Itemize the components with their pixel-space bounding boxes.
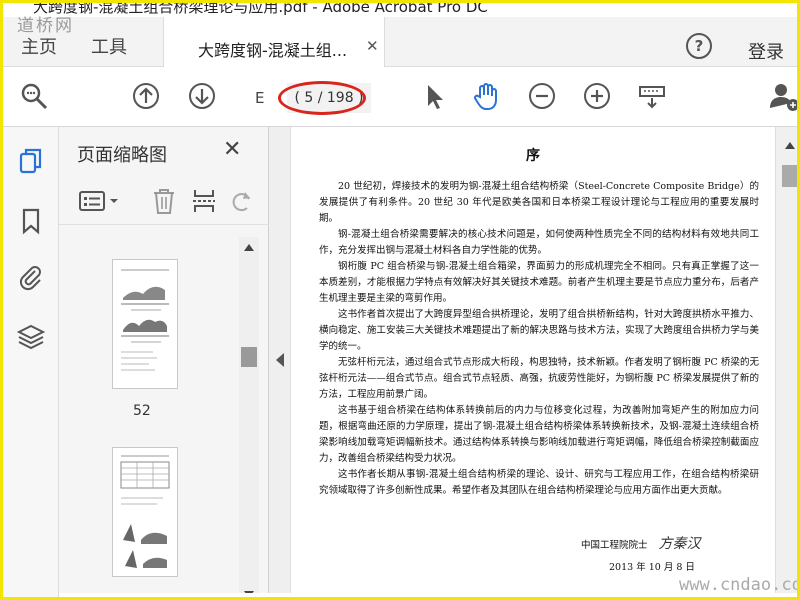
annotation-oval — [278, 81, 366, 115]
document-scrollbar[interactable] — [775, 127, 797, 597]
watermark-bottom-right: www.cndao.com — [679, 575, 800, 595]
zoom-search-icon[interactable] — [19, 81, 49, 111]
tab-tools[interactable]: 工具 — [91, 33, 127, 59]
thumbnails-panel: 页面缩略图 ✕ 52 — [59, 127, 269, 597]
title-bar: 大跨度钢-混凝土组合桥梁理论与应用.pdf - Adobe Acrobat Pr… — [3, 3, 797, 17]
thumbnails-title: 页面缩略图 — [77, 145, 167, 166]
panel-collapse-handle[interactable] — [269, 127, 291, 597]
previous-page-icon[interactable] — [131, 81, 161, 111]
tab-close-icon[interactable]: ✕ — [366, 37, 379, 55]
window-title: 大跨度钢-混凝土组合桥梁理论与应用.pdf - Adobe Acrobat Pr… — [33, 3, 488, 16]
page-body: 20 世纪初，焊接技术的发明为钢-混凝土组合结构桥梁（Steel-Concret… — [319, 179, 759, 499]
thumbnails-list: 52 — [59, 227, 269, 597]
next-page-icon[interactable] — [187, 81, 217, 111]
signature-line: 中国工程院院士 方秦汉 — [581, 533, 701, 553]
hand-tool-icon[interactable] — [471, 81, 501, 111]
app-window: 大跨度钢-混凝土组合桥梁理论与应用.pdf - Adobe Acrobat Pr… — [0, 0, 800, 600]
add-user-icon[interactable] — [769, 81, 799, 111]
thumbnail-page-53[interactable] — [112, 447, 178, 577]
left-rail — [3, 127, 59, 597]
thumbnails-scrollbar[interactable] — [239, 237, 259, 597]
page-number-input[interactable]: E — [255, 89, 264, 107]
signature-handwritten: 方秦汉 — [658, 536, 701, 552]
delete-page-icon[interactable] — [151, 187, 177, 215]
thumbnail-preview — [120, 455, 170, 568]
login-button[interactable]: 登录 — [748, 38, 784, 64]
toolbar: E ( 5 / 198 ) — [3, 67, 799, 127]
watermark-top-left: 道桥网 — [17, 16, 74, 36]
tab-bar: 主页 工具 大跨度钢-混凝土组... ✕ ? 登录 — [3, 17, 797, 68]
paragraph: 这书作者首次提出了大跨度异型组合拱桥理论，发明了组合拱桥新结构，针对大跨度拱桥水… — [319, 309, 759, 352]
paragraph: 20 世纪初，焊接技术的发明为钢-混凝土组合结构桥梁（Steel-Concret… — [319, 181, 759, 224]
page-thumbnails-icon[interactable] — [17, 147, 45, 175]
page-heading: 序 — [526, 148, 540, 164]
extract-page-icon[interactable] — [191, 187, 217, 215]
layers-icon[interactable] — [17, 323, 45, 351]
rotate-page-icon[interactable] — [231, 189, 255, 213]
signature-date: 2013 年 10 月 8 日 — [609, 562, 695, 573]
thumbnail-preview — [121, 269, 169, 371]
tab-document-label: 大跨度钢-混凝土组... — [198, 41, 348, 60]
thumbnail-label-52: 52 — [133, 403, 151, 419]
tab-document[interactable]: 大跨度钢-混凝土组... ✕ — [163, 17, 385, 68]
doc-scroll-up-icon[interactable] — [785, 141, 795, 149]
zoom-in-icon[interactable] — [582, 81, 612, 111]
thumbnail-page-52[interactable] — [112, 259, 178, 389]
attachment-icon[interactable] — [17, 263, 45, 291]
keyboard-scroll-icon[interactable] — [637, 81, 667, 111]
collapse-arrow-icon[interactable] — [275, 353, 285, 367]
paragraph: 钢桁腹 PC 组合桥梁与钢-混凝土组合箱梁，界面剪力的形成机理完全不相同。只有真… — [319, 261, 759, 304]
close-panel-icon[interactable]: ✕ — [223, 137, 241, 162]
paragraph: 这书作者长期从事钢-混凝土组合结构桥梁的理论、设计、研究与工程应用工作，在组合结… — [319, 469, 759, 496]
zoom-out-icon[interactable] — [527, 81, 557, 111]
paragraph: 无弦杆桁元法，通过组合式节点形成大桁段，构思独特，技术新颖。作者发明了钢桁腹 P… — [319, 357, 759, 400]
paragraph: 这书基于组合桥梁在结构体系转换前后的内力与位移变化过程，为改善附加弯矩产生的附加… — [319, 405, 759, 464]
help-icon[interactable]: ? — [686, 33, 712, 59]
paragraph: 钢-混凝土组合桥梁需要解决的核心技术问题是，如何使两种性质完全不同的结构材料有效… — [319, 229, 759, 256]
document-view: 序 20 世纪初，焊接技术的发明为钢-混凝土组合结构桥梁（Steel-Concr… — [291, 127, 797, 597]
select-cursor-icon[interactable] — [419, 81, 449, 111]
scroll-up-arrow-icon[interactable] — [244, 243, 254, 251]
tab-home[interactable]: 主页 — [21, 33, 57, 59]
document-scroll-thumb[interactable] — [782, 165, 797, 187]
signature-title: 中国工程院院士 — [581, 540, 648, 551]
thumbnails-toolbar — [59, 177, 269, 225]
pdf-page: 序 20 世纪初，焊接技术的发明为钢-混凝土组合结构桥梁（Steel-Concr… — [291, 127, 775, 597]
thumbnails-scroll-thumb[interactable] — [241, 347, 257, 367]
thumbnail-options-icon[interactable] — [79, 189, 121, 213]
bookmark-icon[interactable] — [17, 207, 45, 235]
